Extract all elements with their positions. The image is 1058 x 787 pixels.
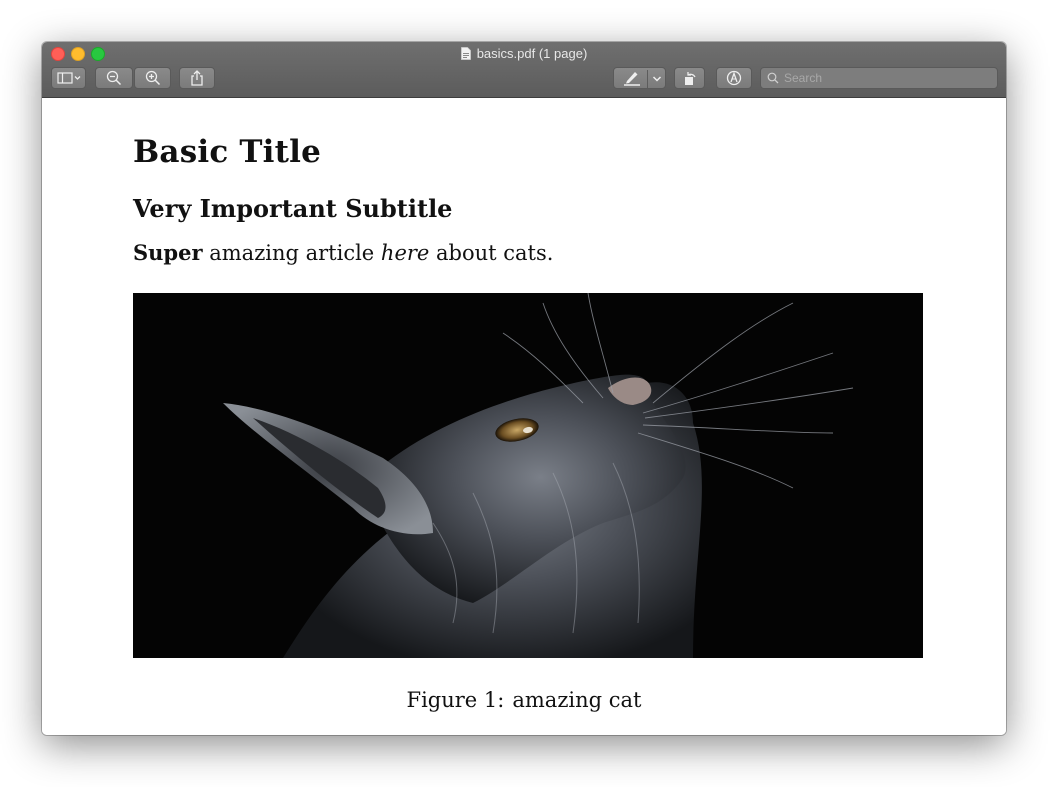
markup-icon (726, 70, 742, 86)
figure-caption: Figure 1: amazing cat (42, 688, 1006, 712)
figure-caption-text: amazing cat (512, 688, 642, 712)
highlight-pen-icon (624, 72, 640, 86)
search-icon (767, 72, 779, 84)
page-title: Basic Title (133, 134, 322, 170)
intro-italic-text: here (380, 241, 430, 265)
zoom-out-button[interactable] (95, 67, 133, 89)
pdf-document-icon (460, 46, 471, 60)
zoom-out-icon (106, 70, 122, 86)
cat-photo (133, 293, 923, 658)
intro-text-2: about cats. (436, 241, 554, 265)
rotate-button[interactable] (674, 67, 705, 89)
markup-button[interactable] (716, 67, 752, 89)
window-title-text: basics.pdf (1 page) (476, 45, 588, 61)
preview-window: basics.pdf (1 page) Search Basic Title V… (42, 42, 1006, 735)
sidebar-toggle-icon (56, 72, 80, 84)
page-subtitle: Very Important Subtitle (133, 194, 453, 223)
rotate-icon (684, 72, 696, 85)
highlight-button[interactable] (613, 67, 666, 89)
intro-paragraph: Super amazing article here about cats. (133, 240, 553, 265)
share-button[interactable] (179, 67, 215, 89)
zoom-in-button[interactable] (134, 67, 171, 89)
sidebar-toggle-button[interactable] (51, 67, 86, 89)
search-input[interactable] (784, 71, 984, 85)
share-icon (191, 70, 203, 86)
figure-label: Figure 1: (406, 688, 505, 712)
title-bar: basics.pdf (1 page) (42, 42, 1006, 98)
intro-text-1: amazing article (209, 241, 375, 265)
zoom-in-icon (145, 70, 160, 86)
pdf-page: Basic Title Very Important Subtitle Supe… (42, 98, 1006, 735)
window-title: basics.pdf (1 page) (42, 45, 1006, 61)
intro-bold-text: Super (133, 240, 203, 265)
search-field[interactable] (760, 67, 998, 89)
chevron-down-icon[interactable] (652, 75, 662, 83)
